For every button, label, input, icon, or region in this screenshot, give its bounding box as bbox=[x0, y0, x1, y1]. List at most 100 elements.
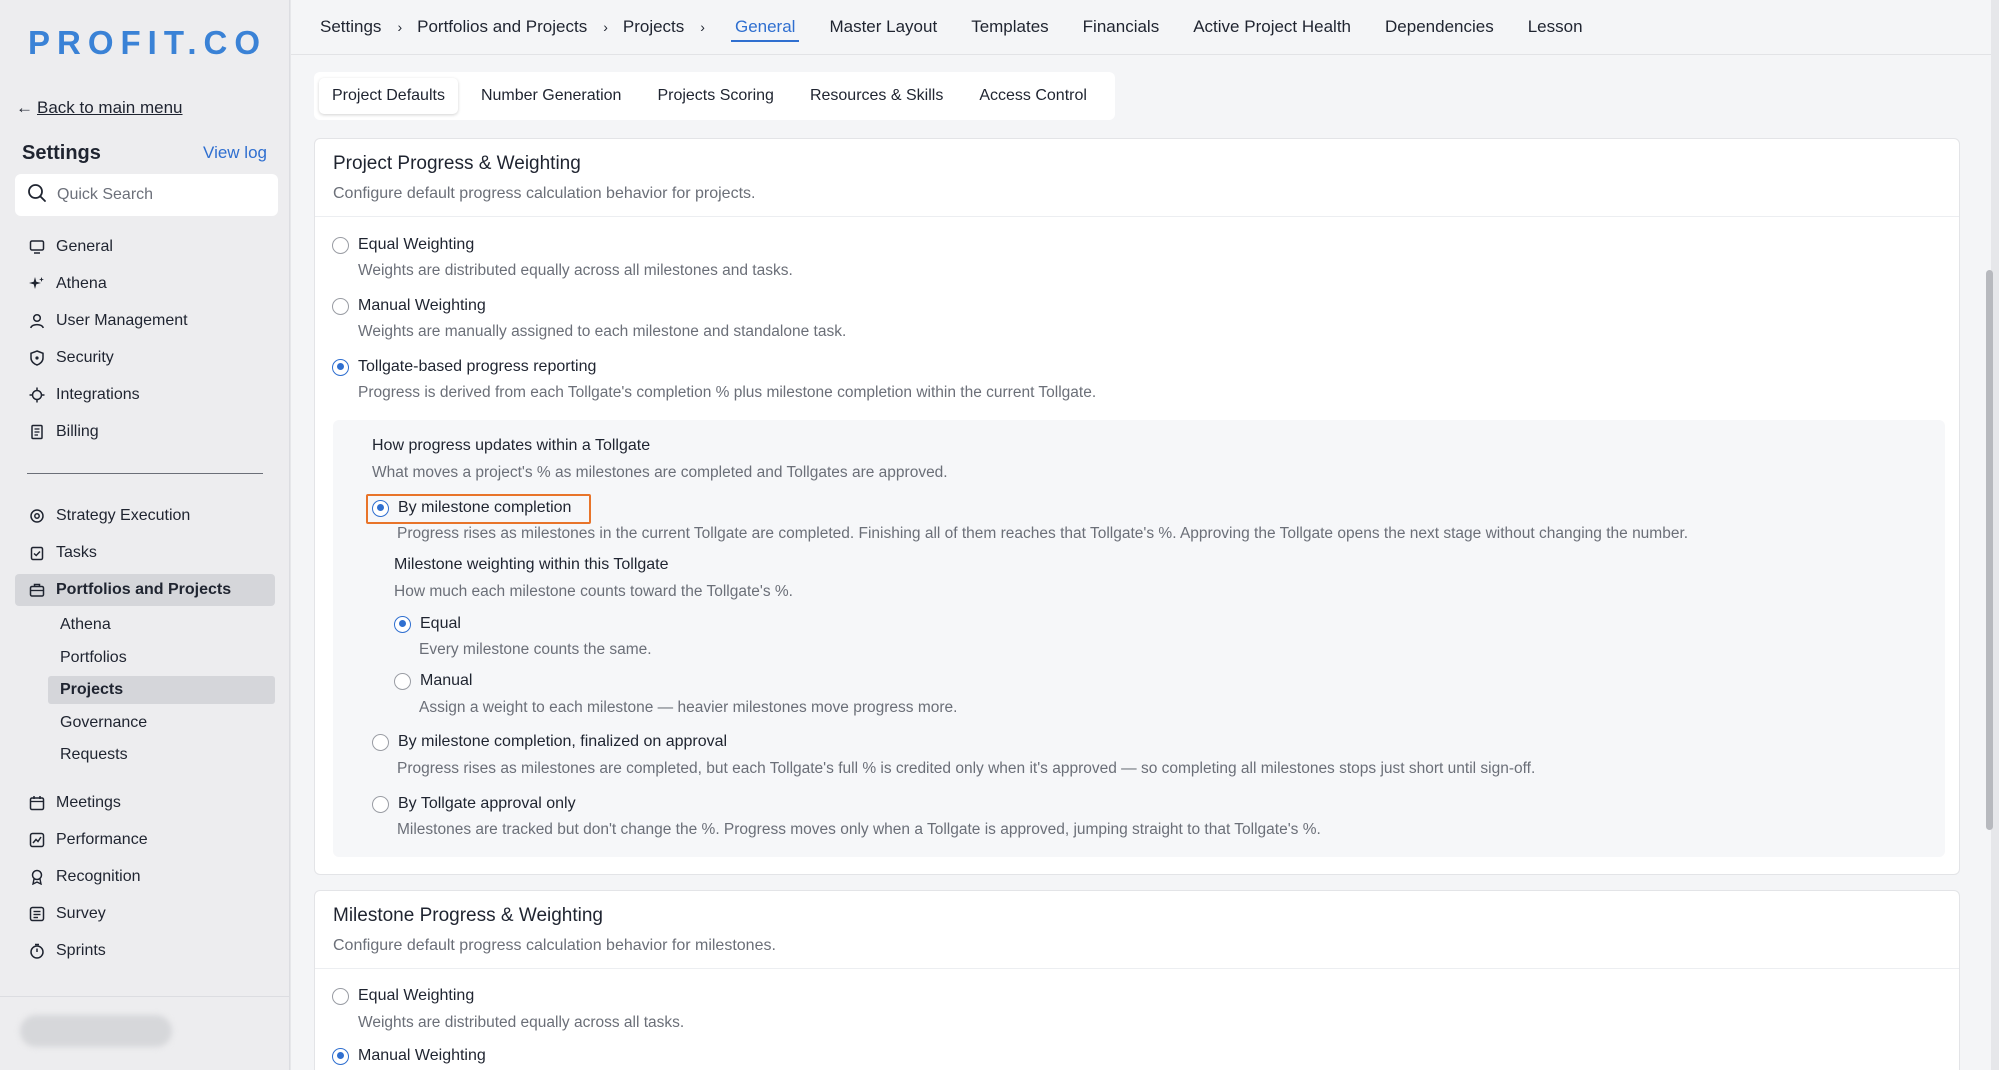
sidebar-item-meetings[interactable]: Meetings bbox=[15, 787, 275, 819]
sidebar-item-portfolios-and-projects[interactable]: Portfolios and Projects bbox=[15, 574, 275, 606]
option-description: Weights are manually assigned to each mi… bbox=[358, 323, 847, 340]
option-milestone-manual-weighting[interactable]: Manual Weighting bbox=[332, 1047, 486, 1065]
radio-button-selected[interactable] bbox=[394, 615, 411, 633]
view-log-link[interactable]: View log bbox=[203, 143, 267, 163]
sidebar-item-security[interactable]: Security bbox=[15, 342, 275, 374]
user-profile-footer[interactable] bbox=[0, 996, 290, 1070]
subtab-number-generation[interactable]: Number Generation bbox=[468, 78, 635, 114]
sidebar-item-recognition[interactable]: Recognition bbox=[15, 861, 275, 893]
radio-button-selected[interactable] bbox=[332, 1047, 349, 1065]
card-title: Project Progress & Weighting bbox=[333, 153, 581, 174]
sidebar-item-label: Performance bbox=[56, 831, 148, 848]
option-label: Equal Weighting bbox=[358, 236, 475, 253]
quick-search-input[interactable] bbox=[57, 186, 257, 204]
back-link-label: Back to main menu bbox=[37, 98, 183, 117]
option-manual-weighting[interactable]: Manual Weighting bbox=[332, 297, 486, 315]
survey-icon bbox=[28, 906, 45, 923]
arrow-left-icon: ← bbox=[16, 98, 33, 117]
option-tollgate-based[interactable]: Tollgate-based progress reporting bbox=[332, 358, 596, 376]
option-equal-weighting[interactable]: Equal Weighting bbox=[332, 236, 474, 254]
tab-master-layout[interactable]: Master Layout bbox=[829, 0, 937, 55]
quick-search-box[interactable] bbox=[15, 174, 278, 216]
clipboard-icon bbox=[28, 545, 45, 562]
sidebar-item-sprints[interactable]: Sprints bbox=[15, 935, 275, 967]
option-equal[interactable]: Equal bbox=[394, 615, 461, 633]
milestone-progress-card: Milestone Progress & Weighting Configure… bbox=[314, 890, 1960, 1070]
chart-icon bbox=[28, 832, 45, 849]
tab-general[interactable]: General bbox=[730, 0, 800, 55]
option-label: Manual bbox=[420, 672, 473, 689]
sidebar-item-label: User Management bbox=[56, 312, 188, 329]
radio-button-selected[interactable] bbox=[372, 499, 389, 517]
chevron-right-icon: › bbox=[397, 19, 403, 35]
sidebar-item-performance[interactable]: Performance bbox=[15, 824, 275, 856]
sidebar-item-label: Portfolios and Projects bbox=[56, 581, 232, 598]
monitor-icon bbox=[28, 239, 45, 256]
sidebar-item-tasks[interactable]: Tasks bbox=[15, 537, 275, 569]
sparkle-icon bbox=[28, 276, 45, 293]
radio-button[interactable] bbox=[332, 987, 349, 1005]
breadcrumb-portfolios-and-projects[interactable]: Portfolios and Projects bbox=[417, 17, 587, 37]
card-subtitle: Configure default progress calculation b… bbox=[333, 185, 756, 202]
tab-templates[interactable]: Templates bbox=[971, 0, 1048, 55]
sidebar-item-label: Billing bbox=[56, 423, 99, 440]
option-label: By Tollgate approval only bbox=[398, 795, 576, 812]
chevron-right-icon: › bbox=[700, 19, 705, 35]
sidebar-subitem-governance[interactable]: Governance bbox=[48, 709, 275, 737]
profitco-logo[interactable]: PROFIT.CO bbox=[28, 24, 267, 62]
card-title: Milestone Progress & Weighting bbox=[333, 905, 603, 926]
sidebar-item-survey[interactable]: Survey bbox=[15, 898, 275, 930]
vertical-scrollbar[interactable] bbox=[1986, 270, 1993, 830]
sidebar-subitem-requests[interactable]: Requests bbox=[48, 741, 275, 769]
card-header: Project Progress & Weighting Configure d… bbox=[315, 139, 1959, 217]
option-label: By milestone completion bbox=[398, 499, 572, 516]
option-description: Weights are distributed equally across a… bbox=[358, 1014, 685, 1031]
sidebar-item-label: Athena bbox=[56, 275, 107, 292]
option-by-milestone-completion[interactable]: By milestone completion bbox=[372, 499, 571, 517]
sidebar-item-label: Security bbox=[56, 349, 114, 366]
sidebar-item-general[interactable]: General bbox=[15, 231, 275, 263]
tab-financials[interactable]: Financials bbox=[1083, 0, 1160, 55]
option-description: Progress is derived from each Tollgate's… bbox=[358, 384, 1097, 401]
radio-button[interactable] bbox=[372, 795, 389, 813]
avatar[interactable] bbox=[20, 1015, 172, 1047]
sidebar-item-integrations[interactable]: Integrations bbox=[15, 379, 275, 411]
tab-lesson[interactable]: Lesson bbox=[1528, 0, 1583, 55]
tab-dependencies[interactable]: Dependencies bbox=[1385, 0, 1494, 55]
subtab-projects-scoring[interactable]: Projects Scoring bbox=[644, 78, 787, 114]
sidebar-item-label: Strategy Execution bbox=[56, 507, 191, 524]
award-icon bbox=[28, 869, 45, 886]
option-manual[interactable]: Manual bbox=[394, 672, 472, 690]
sidebar-item-label: Integrations bbox=[56, 386, 140, 403]
subtab-resources-skills[interactable]: Resources & Skills bbox=[797, 78, 956, 114]
radio-button-selected[interactable] bbox=[332, 358, 349, 376]
sidebar-subitem-projects[interactable]: Projects bbox=[48, 676, 275, 704]
sidebar-subitem-portfolios[interactable]: Portfolios bbox=[48, 644, 275, 672]
sidebar-item-user-management[interactable]: User Management bbox=[15, 305, 275, 337]
radio-button[interactable] bbox=[332, 297, 349, 315]
subtab-project-defaults[interactable]: Project Defaults bbox=[319, 78, 458, 114]
option-description: Progress rises as milestones are complet… bbox=[397, 760, 1536, 777]
option-tollgate-approval-only[interactable]: By Tollgate approval only bbox=[372, 795, 576, 813]
subtab-access-control[interactable]: Access Control bbox=[966, 78, 1100, 114]
sidebar-item-label: Tasks bbox=[56, 544, 97, 561]
sidebar-subitem-athena[interactable]: Athena bbox=[48, 611, 275, 639]
search-icon bbox=[27, 183, 47, 208]
tab-active-project-health[interactable]: Active Project Health bbox=[1193, 0, 1351, 55]
sidebar-item-athena[interactable]: Athena bbox=[15, 268, 275, 300]
sidebar-item-strategy-execution[interactable]: Strategy Execution bbox=[15, 500, 275, 532]
breadcrumb-projects[interactable]: Projects bbox=[623, 17, 684, 37]
user-icon bbox=[28, 313, 45, 330]
radio-button[interactable] bbox=[394, 672, 411, 690]
radio-button[interactable] bbox=[372, 733, 389, 751]
milestone-weighting-heading: Milestone weighting within this Tollgate bbox=[394, 556, 669, 573]
option-finalized-on-approval[interactable]: By milestone completion, finalized on ap… bbox=[372, 733, 727, 751]
sidebar-item-billing[interactable]: Billing bbox=[15, 416, 275, 448]
option-milestone-equal-weighting[interactable]: Equal Weighting bbox=[332, 987, 474, 1005]
sidebar-item-label: Recognition bbox=[56, 868, 141, 885]
back-to-main-menu-link[interactable]: ← Back to main menu bbox=[16, 98, 183, 118]
option-label: Equal bbox=[420, 615, 461, 632]
option-description: Every milestone counts the same. bbox=[419, 641, 652, 658]
breadcrumb-settings[interactable]: Settings bbox=[320, 17, 381, 37]
radio-button[interactable] bbox=[332, 236, 349, 254]
